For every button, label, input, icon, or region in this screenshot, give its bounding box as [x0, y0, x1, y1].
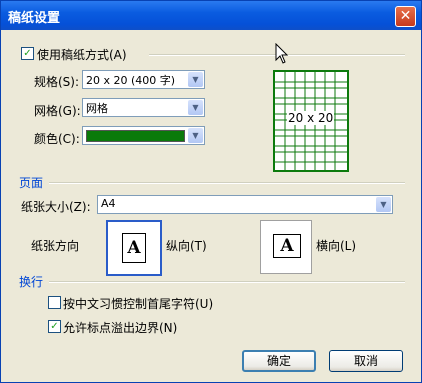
chinese-control-checkbox[interactable]: [48, 296, 61, 309]
cancel-button[interactable]: 取消: [329, 350, 403, 372]
landscape-page-icon: A: [273, 234, 301, 258]
chinese-control-label[interactable]: 按中文习惯控制首尾字符(U): [63, 295, 213, 312]
use-grid-paper-checkbox[interactable]: ✓: [21, 47, 34, 60]
paper-size-label: 纸张大小(Z):: [21, 200, 91, 214]
line-break-section-title: 换行: [19, 275, 44, 289]
chevron-down-icon[interactable]: ▼: [376, 197, 391, 212]
portrait-label[interactable]: 纵向(T): [166, 237, 207, 254]
ok-button[interactable]: 确定: [242, 350, 316, 372]
color-select[interactable]: ▼: [82, 126, 205, 145]
specs-select[interactable]: 20 x 20 (400 字) ▼: [82, 70, 205, 89]
chevron-down-icon[interactable]: ▼: [188, 100, 203, 115]
paper-size-value: A4: [101, 197, 116, 210]
specs-label: 规格(S):: [34, 75, 80, 89]
dialog-title: 稿纸设置: [8, 11, 61, 26]
orientation-label: 纸张方向: [31, 239, 80, 253]
close-button[interactable]: ✕: [395, 6, 416, 27]
paper-size-select[interactable]: A4 ▼: [97, 195, 393, 214]
chevron-down-icon[interactable]: ▼: [188, 128, 203, 143]
grid-label: 网格(G):: [34, 104, 81, 118]
allow-punct-checkbox[interactable]: ✓: [48, 320, 61, 333]
portrait-option[interactable]: A: [106, 220, 162, 276]
dialog-window: 稿纸设置 ✕ ✓ 使用稿纸方式(A) 规格(S): 20 x 20 (400 字…: [0, 0, 422, 383]
use-grid-paper-label[interactable]: 使用稿纸方式(A): [37, 46, 127, 63]
check-icon: ✓: [50, 321, 59, 332]
color-swatch: [86, 130, 185, 142]
portrait-page-icon: A: [122, 233, 146, 263]
grid-select[interactable]: 网格 ▼: [82, 98, 205, 117]
landscape-label[interactable]: 横向(L): [316, 237, 356, 254]
landscape-option[interactable]: A: [260, 220, 312, 274]
check-icon: ✓: [23, 48, 32, 59]
specs-value: 20 x 20 (400 字): [86, 74, 176, 87]
grid-preview-text: 20 x 20: [287, 111, 335, 125]
title-bar[interactable]: 稿纸设置 ✕: [1, 1, 421, 30]
grid-value: 网格: [86, 102, 108, 115]
chevron-down-icon[interactable]: ▼: [188, 72, 203, 87]
page-section-title: 页面: [19, 176, 44, 190]
color-label: 颜色(C):: [34, 132, 80, 146]
mouse-cursor-icon: [275, 43, 289, 64]
divider: [49, 182, 405, 184]
divider: [49, 281, 405, 283]
allow-punct-label[interactable]: 允许标点溢出边界(N): [63, 319, 177, 336]
